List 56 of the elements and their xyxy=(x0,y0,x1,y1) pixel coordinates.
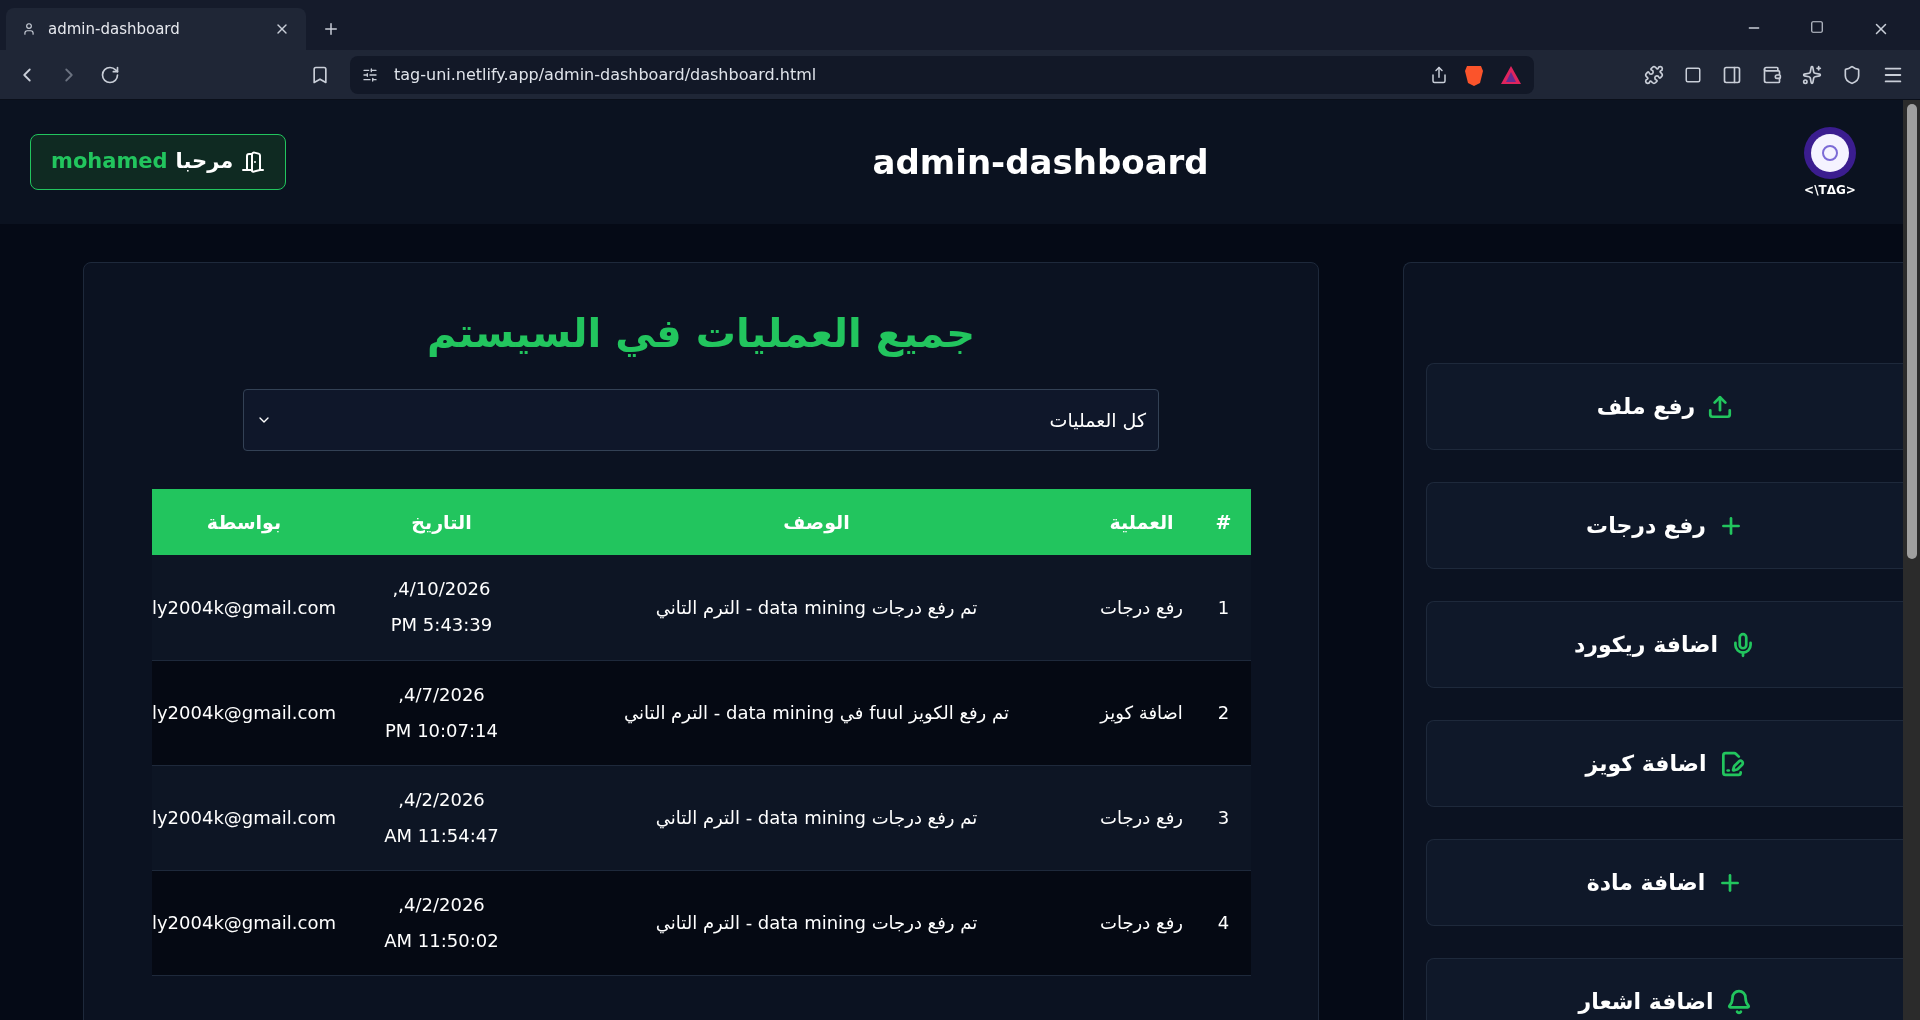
table-cell: 4 xyxy=(1196,870,1251,975)
wallet-icon[interactable] xyxy=(1762,64,1782,85)
panel-title: جميع العمليات في السيستم xyxy=(427,309,975,359)
table-cell: 3 xyxy=(1196,765,1251,870)
table-cell: ly2004k@gmail.com xyxy=(151,660,337,765)
table-cell: 4/7/2026, 10:07:14 PM xyxy=(336,660,547,765)
table-cell: 4/2/2026, 11:54:47 AM xyxy=(336,765,547,870)
table-cell: اضافة كويز xyxy=(1086,660,1197,765)
sparkle-icon[interactable] xyxy=(1802,64,1822,85)
table-cell: رفع درجات xyxy=(1086,555,1197,660)
upload-icon xyxy=(1707,393,1734,420)
triangle-icon[interactable] xyxy=(1500,64,1522,85)
table-cell: ly2004k@gmail.com xyxy=(151,555,337,660)
table-cell: 2 xyxy=(1196,660,1251,765)
shield-icon[interactable] xyxy=(1842,64,1862,85)
logo-icon xyxy=(1802,125,1858,181)
table-cell: تم رفع الكويز fuul في data mining - الترم التاني xyxy=(546,660,1087,765)
table-cell: تم رفع درجات data mining - الترم التاني xyxy=(546,765,1087,870)
bell-icon xyxy=(1725,988,1752,1015)
sidebar-button[interactable]: رفع درجات xyxy=(1426,482,1903,569)
bookmark-icon[interactable] xyxy=(310,64,330,85)
share-icon[interactable] xyxy=(1430,65,1448,84)
logo-text: <\TΔG> xyxy=(1804,182,1856,199)
favicon-icon xyxy=(22,22,36,36)
url-text: tag-uni.netlify.app/admin-dashboard/dashboard.html xyxy=(394,63,818,86)
sidebar-button[interactable]: اضافة اشعار xyxy=(1426,958,1903,1020)
column-header: # xyxy=(1196,489,1251,555)
table-cell: رفع درجات xyxy=(1086,870,1197,975)
operations-filter[interactable]: كل العمليات xyxy=(243,389,1159,451)
new-tab-icon[interactable] xyxy=(322,20,340,38)
sidebar-icon[interactable] xyxy=(1722,64,1742,85)
maximize-icon[interactable] xyxy=(1810,20,1824,34)
column-header: الوصف xyxy=(546,489,1087,555)
table-cell: 4/10/2026, 5:43:39 PM xyxy=(336,555,547,660)
page-title: admin-dashboard xyxy=(872,140,1209,184)
table-cell: 1 xyxy=(1196,555,1251,660)
column-header: التاريخ xyxy=(336,489,547,555)
sidebar-button[interactable]: رفع ملف xyxy=(1426,363,1903,450)
site-settings-icon xyxy=(362,66,378,83)
table-cell: ly2004k@gmail.com xyxy=(151,870,337,975)
sidebar-button[interactable]: اضافة كويز xyxy=(1426,720,1903,807)
sidebar-button[interactable]: اضافة مادة xyxy=(1426,839,1903,926)
browser-tab[interactable]: admin-dashboard xyxy=(6,8,306,50)
column-header: العملية xyxy=(1086,489,1197,555)
door-icon xyxy=(241,150,266,174)
table-cell: رفع درجات xyxy=(1086,765,1197,870)
tab-title: admin-dashboard xyxy=(48,18,181,40)
sidebar-button[interactable]: اضافة ريكورد xyxy=(1426,601,1903,688)
extensions-icon[interactable] xyxy=(1644,64,1664,85)
column-header: بواسطة xyxy=(151,489,337,555)
table-cell: تم رفع درجات data mining - الترم التاني xyxy=(546,870,1087,975)
table-cell: ly2004k@gmail.com xyxy=(151,765,337,870)
reload-icon[interactable] xyxy=(100,64,120,85)
table-cell: تم رفع درجات data mining - الترم التاني xyxy=(546,555,1087,660)
address-bar[interactable]: tag-uni.netlify.app/admin-dashboard/dashboard.html xyxy=(350,55,1534,94)
table-cell: 4/2/2026, 11:50:02 AM xyxy=(336,870,547,975)
